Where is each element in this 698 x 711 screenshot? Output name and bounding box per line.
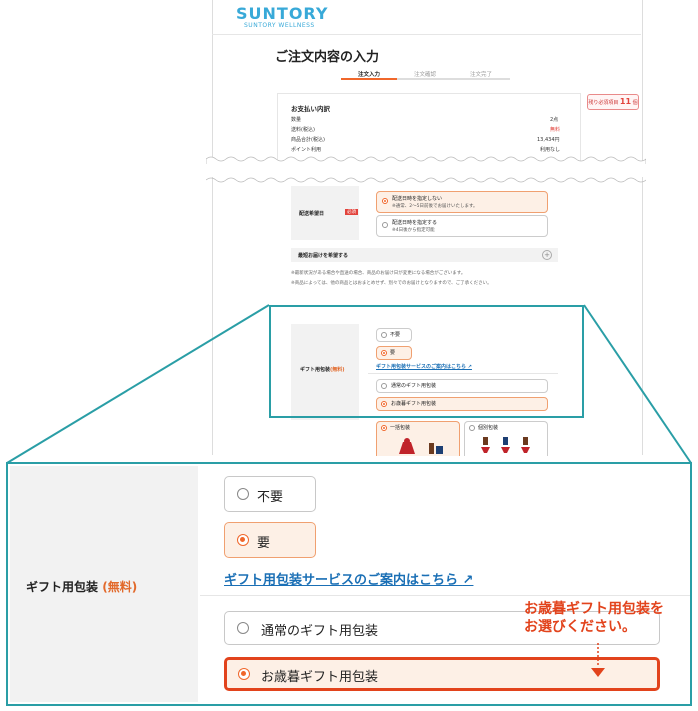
gift-label: ギフト用包装 (無料) <box>26 580 138 594</box>
gift-yes-option[interactable]: 要 <box>224 522 316 558</box>
callout-arrow-icon <box>591 643 605 677</box>
external-link-icon: ↗ <box>462 573 474 588</box>
divider <box>200 595 690 596</box>
callout-text: お歳暮ギフト用包装を お選びください。 <box>524 601 664 635</box>
radio-selected[interactable] <box>238 668 250 680</box>
gift-guide-link[interactable]: ギフト用包装サービスのご案内はこちら ↗ <box>224 569 473 588</box>
zoomed-gift-panel: ギフト用包装 (無料) 不要 要 ギフト用包装サービスのご案内はこちら ↗ 通常… <box>6 462 692 706</box>
radio-selected[interactable] <box>237 534 249 546</box>
radio-unselected[interactable] <box>237 488 249 500</box>
gift-no-option[interactable]: 不要 <box>224 476 316 512</box>
radio-unselected[interactable] <box>237 622 249 634</box>
